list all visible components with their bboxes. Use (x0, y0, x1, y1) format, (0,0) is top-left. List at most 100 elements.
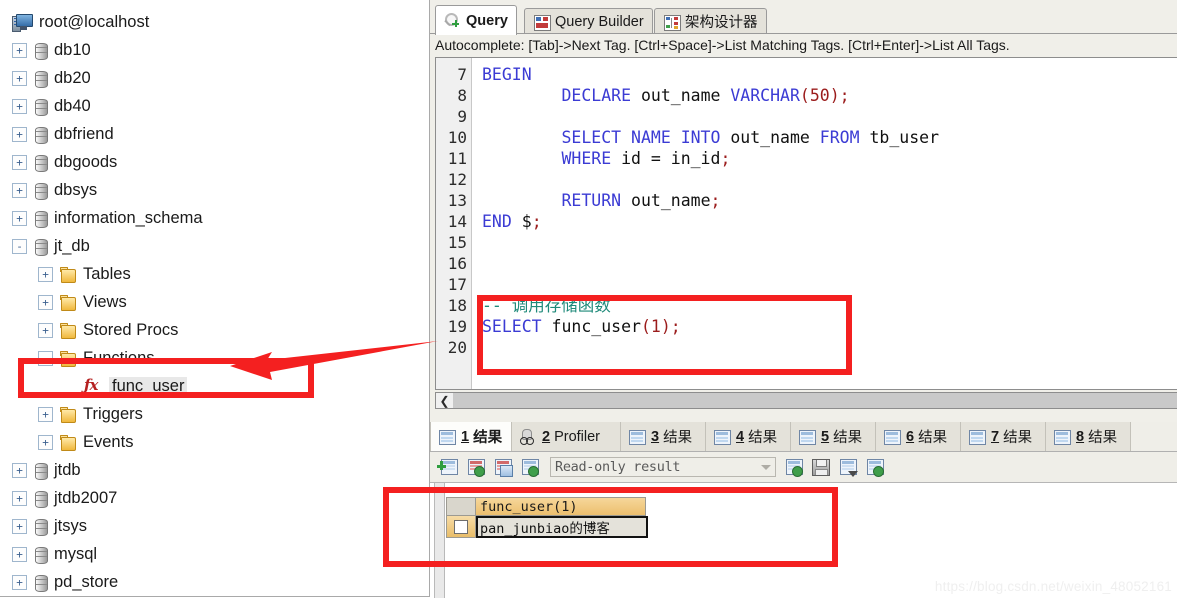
folder-icon (60, 406, 76, 423)
tab-query-builder[interactable]: Query Builder (524, 8, 653, 34)
tree-item-events[interactable]: + Events (38, 428, 133, 456)
grid-icon (968, 429, 986, 445)
code-line[interactable]: END $; (482, 211, 542, 232)
expand-toggle-icon[interactable]: + (12, 518, 27, 534)
expand-toggle-icon[interactable]: + (12, 154, 27, 170)
result-tab-strip[interactable]: 1 结果 2 Profiler 3 结果 4 结果 5 结果 6 结果 7 结果 8 结果 (430, 422, 1177, 452)
tree-item-jt-db[interactable]: - jt_db (12, 232, 90, 260)
code-line[interactable]: WHERE id = in_id; (482, 148, 730, 169)
chevron-down-icon[interactable] (761, 464, 771, 470)
result-cell[interactable]: pan_junbiao的博客 (476, 516, 648, 538)
new-row-button[interactable] (437, 456, 459, 478)
tree-item-pd-store[interactable]: + pd_store (12, 568, 118, 596)
export-grid-button[interactable] (782, 456, 804, 478)
tree-item-jtsys[interactable]: + jtsys (12, 512, 87, 540)
result-tab-3[interactable]: 3 结果 (621, 422, 706, 451)
expand-toggle-icon[interactable]: + (12, 70, 27, 86)
tree-item-triggers[interactable]: + Triggers (38, 400, 143, 428)
tree-item-label: Stored Procs (83, 320, 179, 339)
tree-item-func-user[interactable]: ƒx func_user (64, 372, 188, 400)
tree-item-views[interactable]: + Views (38, 288, 127, 316)
result-tab-8[interactable]: 8 结果 (1046, 422, 1131, 451)
duplicate-row-button[interactable] (491, 456, 513, 478)
collapse-toggle-icon[interactable]: - (38, 350, 53, 366)
code-line[interactable]: SELECT func_user(1); (482, 316, 681, 337)
expand-toggle-icon[interactable]: + (12, 462, 27, 478)
tree-item-dbfriend[interactable]: + dbfriend (12, 120, 114, 148)
code-line[interactable]: SELECT NAME INTO out_name FROM tb_user (482, 127, 939, 148)
tab-query[interactable]: Query (435, 5, 517, 35)
table-row[interactable]: pan_junbiao的博客 (446, 516, 648, 538)
tree-item-db20[interactable]: + db20 (12, 64, 91, 92)
expand-toggle-icon[interactable]: + (38, 434, 53, 450)
result-tab-1[interactable]: 1 结果 (430, 422, 512, 451)
result-tab-7[interactable]: 7 结果 (961, 422, 1046, 451)
code-token: -- 调用存储函数 (482, 296, 611, 315)
line-number: 13 (447, 191, 467, 210)
database-icon (34, 238, 48, 256)
column-header[interactable]: func_user(1) (476, 497, 646, 516)
folder-icon (60, 350, 76, 367)
server-icon (12, 13, 33, 32)
code-line[interactable]: BEGIN (482, 64, 532, 85)
tree-item-jtdb2007[interactable]: + jtdb2007 (12, 484, 117, 512)
grid-icon (628, 429, 646, 445)
code-token: ; (670, 317, 681, 336)
result-toolbar[interactable]: Read-only result (430, 452, 1177, 482)
tree-item-information-schema[interactable]: + information_schema (12, 204, 203, 232)
expand-toggle-icon[interactable]: + (12, 210, 27, 226)
expand-toggle-icon[interactable]: + (12, 42, 27, 58)
expand-toggle-icon[interactable]: + (12, 98, 27, 114)
insert-row-button[interactable] (464, 456, 486, 478)
sql-editor[interactable]: 7 8 9 10 11 12 13 14 15 16 17 18 19 20 BEGIN DECLARE … (435, 57, 1177, 390)
expand-toggle-icon[interactable]: + (12, 574, 27, 590)
result-grid[interactable]: func_user(1) pan_junbiao的博客 (446, 497, 648, 538)
code-line[interactable]: DECLARE out_name VARCHAR(50); (482, 85, 849, 106)
object-browser-tree[interactable]: root@localhost + db10 + db20 + db40 + dbfriend +… (0, 0, 430, 597)
tree-item-mysql[interactable]: + mysql (12, 540, 97, 568)
line-number: 8 (457, 86, 467, 105)
expand-toggle-icon[interactable]: + (12, 546, 27, 562)
tree-item-dbsys[interactable]: + dbsys (12, 176, 97, 204)
tab-schema-designer[interactable]: 架构设计器 (654, 8, 767, 34)
code-line[interactable]: RETURN out_name; (482, 190, 720, 211)
row-checkbox[interactable] (454, 519, 468, 534)
expand-toggle-icon[interactable]: + (12, 182, 27, 198)
scrollbar-thumb[interactable] (453, 393, 1177, 408)
folder-icon (60, 322, 76, 339)
code-token: ; (710, 191, 721, 210)
scroll-left-icon[interactable]: ❮ (436, 393, 453, 408)
editor-horizontal-scrollbar[interactable]: ❮ (435, 392, 1177, 409)
grid-options-button[interactable] (836, 456, 858, 478)
expand-toggle-icon[interactable]: + (38, 294, 53, 310)
result-vertical-scrollbar[interactable] (434, 483, 445, 598)
tree-item-dbgoods[interactable]: + dbgoods (12, 148, 117, 176)
tree-item-db10[interactable]: + db10 (12, 36, 91, 64)
code-line[interactable]: -- 调用存储函数 (482, 295, 611, 316)
collapse-toggle-icon[interactable]: - (12, 238, 27, 254)
row-selector[interactable] (446, 516, 476, 538)
line-number: 19 (447, 317, 467, 336)
result-tab-4[interactable]: 4 结果 (706, 422, 791, 451)
save-result-button[interactable] (809, 456, 831, 478)
tree-item-functions[interactable]: - Functions (38, 344, 155, 372)
tree-item-stored-procs[interactable]: + Stored Procs (38, 316, 178, 344)
database-icon (34, 210, 48, 228)
result-mode-select[interactable]: Read-only result (550, 457, 776, 477)
result-tab-5[interactable]: 5 结果 (791, 422, 876, 451)
grid-filter-button[interactable] (863, 456, 885, 478)
apply-changes-button[interactable] (518, 456, 540, 478)
expand-toggle-icon[interactable]: + (38, 266, 53, 282)
tree-item-db40[interactable]: + db40 (12, 92, 91, 120)
expand-toggle-icon[interactable]: + (38, 406, 53, 422)
tree-item-root[interactable]: root@localhost (12, 8, 149, 36)
result-tab-6[interactable]: 6 结果 (876, 422, 961, 451)
expand-toggle-icon[interactable]: + (38, 322, 53, 338)
database-icon (34, 574, 48, 592)
result-tab-2[interactable]: 2 Profiler (512, 422, 621, 451)
tree-item-tables[interactable]: + Tables (38, 260, 131, 288)
expand-toggle-icon[interactable]: + (12, 490, 27, 506)
expand-toggle-icon[interactable]: + (12, 126, 27, 142)
tree-item-jtdb[interactable]: + jtdb (12, 456, 81, 484)
